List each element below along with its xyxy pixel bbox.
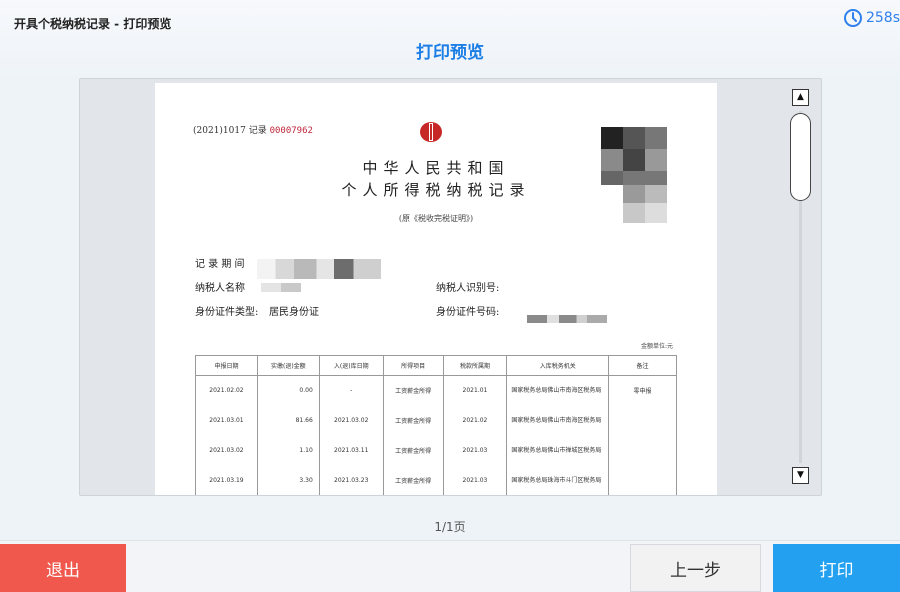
cell-tax-authority: 国家税务总局珠海市斗门区税务局 — [506, 465, 610, 495]
print-preview-frame: (2021)1017 记录 00007962 中华人民共和国 个人所得税纳税记录… — [79, 78, 822, 496]
countdown-timer: 258s — [843, 8, 900, 28]
col-income-item: 所得项目 — [382, 355, 444, 376]
cell-income-item: 工资薪金所得 — [382, 435, 444, 466]
table-row: 2021.03.01 81.66 2021.03.02 工资薪金所得 2021.… — [195, 405, 677, 436]
document-page: (2021)1017 记录 00007962 中华人民共和国 个人所得税纳税记录… — [155, 83, 717, 495]
cell-storage-date: 2021.03.02 — [318, 405, 384, 436]
cell-storage-date: - — [318, 375, 384, 406]
cell-tax-period: 2021.03 — [442, 465, 508, 495]
taxpayer-id-label: 纳税人识别号: — [436, 283, 500, 294]
qr-code — [601, 127, 667, 223]
record-id: (2021)1017 记录 00007962 — [193, 123, 313, 136]
page-title: 打印预览 — [416, 43, 484, 63]
tax-record-table: 申报日期 实缴(退)金额 入(退)库日期 所得项目 税款所属期 入库税务机关 备… — [195, 355, 677, 495]
cell-amount: 0.00 — [256, 375, 320, 406]
record-number: 00007962 — [269, 126, 313, 136]
vertical-scrollbar[interactable]: ▲ ▼ — [790, 87, 812, 491]
record-period-redacted — [257, 259, 381, 279]
scroll-down-button[interactable]: ▼ — [792, 467, 809, 484]
id-number-redacted — [527, 315, 607, 323]
table-header-row: 申报日期 实缴(退)金额 入(退)库日期 所得项目 税款所属期 入库税务机关 备… — [195, 355, 677, 376]
taxpayer-name-redacted — [261, 283, 301, 292]
cell-declare-date: 2021.02.02 — [195, 375, 258, 406]
col-tax-authority: 入库税务机关 — [506, 355, 610, 376]
cell-amount: 1.10 — [256, 435, 320, 466]
col-declare-date: 申报日期 — [195, 355, 258, 376]
record-prefix: (2021)1017 记录 — [193, 126, 267, 136]
col-tax-period: 税款所属期 — [442, 355, 508, 376]
exit-button[interactable]: 退出 — [0, 544, 126, 592]
window-title: 开具个税纳税记录 - 打印预览 — [14, 17, 172, 31]
cell-storage-date: 2021.03.23 — [318, 465, 384, 495]
cell-tax-period: 2021.01 — [442, 375, 508, 406]
cell-tax-authority: 国家税务总局佛山市南海区税务局 — [506, 405, 610, 436]
cell-amount: 3.30 — [256, 465, 320, 495]
col-amount: 实缴(退)金额 — [256, 355, 320, 376]
currency-unit: 金额单位:元 — [641, 343, 674, 350]
cell-amount: 81.66 — [256, 405, 320, 436]
footer-bar — [0, 540, 900, 592]
taxpayer-name-label: 纳税人名称 — [195, 283, 245, 294]
record-period-label: 记 录 期 间 — [195, 259, 245, 270]
page-indicator: 1/1页 — [434, 520, 466, 534]
cell-declare-date: 2021.03.02 — [195, 435, 258, 466]
cell-income-item: 工资薪金所得 — [382, 405, 444, 436]
cell-declare-date: 2021.03.01 — [195, 405, 258, 436]
cell-remark: 零申报 — [608, 375, 677, 406]
table-row: 2021.03.02 1.10 2021.03.11 工资薪金所得 2021.0… — [195, 435, 677, 466]
id-number-label: 身份证件号码: — [436, 307, 500, 318]
tax-emblem-icon — [420, 122, 442, 142]
triangle-up-icon: ▲ — [797, 92, 804, 102]
triangle-down-icon: ▼ — [797, 470, 804, 480]
cell-tax-period: 2021.02 — [442, 405, 508, 436]
cell-income-item: 工资薪金所得 — [382, 375, 444, 406]
cell-declare-date: 2021.03.19 — [195, 465, 258, 495]
scroll-thumb[interactable] — [790, 113, 811, 201]
table-row: 2021.03.19 3.30 2021.03.23 工资薪金所得 2021.0… — [195, 465, 677, 495]
cell-storage-date: 2021.03.11 — [318, 435, 384, 466]
id-type-value: 居民身份证 — [269, 307, 319, 318]
timer-value: 258s — [865, 10, 900, 26]
scroll-up-button[interactable]: ▲ — [792, 89, 809, 106]
cell-tax-authority: 国家税务总局佛山市南海区税务局 — [506, 375, 610, 406]
id-type-label: 身份证件类型: — [195, 307, 259, 318]
cell-tax-authority: 国家税务总局佛山市禅城区税务局 — [506, 435, 610, 466]
print-button[interactable]: 打印 — [773, 544, 900, 592]
table-row: 2021.02.02 0.00 - 工资薪金所得 2021.01 国家税务总局佛… — [195, 375, 677, 406]
cell-remark — [608, 465, 677, 495]
clock-icon — [843, 9, 862, 27]
col-storage-date: 入(退)库日期 — [318, 355, 384, 376]
cell-tax-period: 2021.03 — [442, 435, 508, 466]
previous-step-button[interactable]: 上一步 — [630, 544, 761, 592]
cell-remark — [608, 405, 677, 436]
cell-remark — [608, 435, 677, 466]
col-remark: 备注 — [608, 355, 677, 376]
cell-income-item: 工资薪金所得 — [382, 465, 444, 495]
